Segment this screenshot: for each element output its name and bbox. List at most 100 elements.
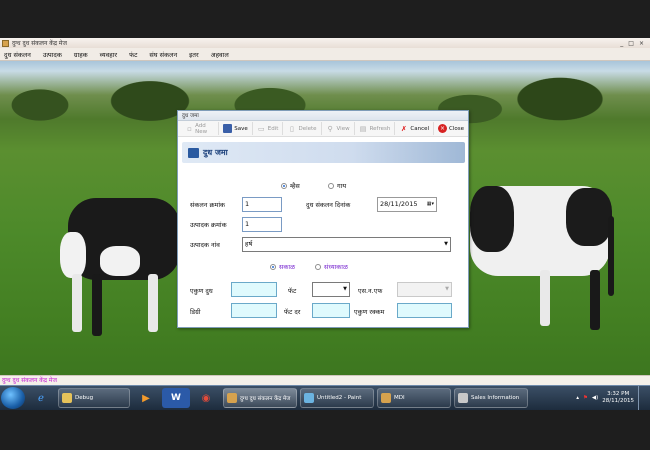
- refresh-button[interactable]: ▤ Refresh: [355, 122, 396, 135]
- edit-icon: ▭: [257, 124, 265, 133]
- refresh-icon: ▤: [359, 124, 367, 133]
- fat-combo[interactable]: ▼: [312, 282, 350, 297]
- menu-sangh-sankalan[interactable]: संघ संकलन: [149, 50, 177, 59]
- floppy-save-icon: [223, 124, 233, 133]
- utpadak-kramank-input[interactable]: 1: [242, 217, 282, 232]
- save-button[interactable]: Save: [219, 122, 253, 135]
- ekun-dudh-label: एकुण दुध: [190, 287, 213, 295]
- radio-sakal[interactable]: सकाळ: [270, 262, 295, 271]
- snf-label: एस.न.एफ: [358, 287, 383, 295]
- form-title: दुध जमा: [178, 111, 468, 121]
- utpadak-nav-combo[interactable]: हर्ष ▼: [242, 237, 451, 252]
- flag-icon[interactable]: ⚑: [583, 395, 588, 401]
- status-bar: दुग्ध दुध संकलन केंद्र मेज: [0, 375, 650, 385]
- radio-sandhyakal[interactable]: संध्याकाळ: [315, 262, 348, 271]
- paint-icon: [304, 393, 314, 403]
- degree-input[interactable]: [231, 303, 277, 318]
- app-icon: [381, 393, 391, 403]
- mdi-title-bar: दुग्ध दुध संकलन केंद्र मेज _ □ ×: [0, 38, 650, 48]
- building-icon: [188, 147, 199, 158]
- view-button[interactable]: ⚲ View: [322, 122, 355, 135]
- close-button[interactable]: ×: [639, 40, 644, 47]
- utpadak-kramank-label: उत्पादक क्रमांक: [190, 221, 227, 229]
- cancel-button[interactable]: ✗ Cancel: [395, 122, 435, 135]
- word-icon[interactable]: W: [162, 388, 190, 408]
- show-desktop-button[interactable]: [638, 386, 644, 410]
- fat-dar-label: फॅट दर: [284, 308, 301, 316]
- taskbar-item-sales-information[interactable]: Sales Information: [454, 388, 528, 408]
- taskbar-item-debug[interactable]: Debug: [58, 388, 130, 408]
- utpadak-nav-label: उत्पादक नांव: [190, 241, 220, 249]
- fat-label: फॅट: [288, 287, 297, 295]
- menu-utpadak[interactable]: उत्पादक: [43, 50, 62, 59]
- menu-grahak[interactable]: ग्राहक: [74, 50, 88, 59]
- close-circle-icon: ×: [438, 124, 448, 133]
- sankalan-dinank-value: 28/11/2015: [380, 200, 418, 208]
- magnifier-icon: ⚲: [327, 124, 333, 133]
- taskbar-item-paint[interactable]: Untitled2 - Paint: [300, 388, 374, 408]
- ekun-rakkam-label: एकुण रक्कम: [354, 308, 385, 316]
- status-text: दुग्ध दुध संकलन केंद्र मेज: [2, 377, 57, 384]
- system-tray: ▴ ⚑ ◀) 3:32 PM 28/11/2015: [576, 386, 650, 410]
- taskbar-item-dugdh[interactable]: दुग्ध दुध संकलन केंद्र मेज: [223, 388, 297, 408]
- radio-dot-checked: [281, 182, 287, 189]
- app-icon: [458, 393, 468, 403]
- clock[interactable]: 3:32 PM 28/11/2015: [602, 391, 634, 405]
- degree-label: डिग्री: [190, 308, 201, 316]
- maximize-button[interactable]: □: [628, 40, 634, 47]
- app-icon: [227, 393, 237, 403]
- chrome-icon[interactable]: ◉: [192, 388, 220, 408]
- bottom-letterbox: [0, 410, 650, 450]
- sankalan-dinank-datepicker[interactable]: 28/11/2015 ▦▾: [377, 197, 437, 212]
- dudh-jama-form: दुध जमा ▫ Add New Save ▭ Edit ▯ Delete ⚲…: [177, 110, 469, 328]
- chevron-down-icon: ▼: [343, 286, 347, 292]
- clock-date: 28/11/2015: [602, 398, 634, 404]
- menu-ahaval[interactable]: अहवाल: [211, 50, 229, 59]
- sankalan-kramank-input[interactable]: 1: [242, 197, 282, 212]
- menu-itar[interactable]: इतर: [189, 50, 199, 59]
- utpadak-nav-value: हर्ष: [245, 240, 253, 248]
- form-header: दुध जमा: [182, 142, 465, 163]
- start-button[interactable]: [1, 387, 25, 409]
- delete-icon: ▯: [290, 124, 294, 133]
- sankalan-kramank-label: संकलन क्रमांक: [190, 201, 226, 209]
- top-letterbox: [0, 0, 650, 38]
- close-form-button[interactable]: × Close: [434, 122, 468, 135]
- delete-button[interactable]: ▯ Delete: [283, 122, 322, 135]
- radio-dot: [328, 182, 334, 189]
- chevron-down-icon: ▼: [445, 286, 449, 292]
- cancel-x-icon: ✗: [400, 124, 407, 133]
- clock-time: 3:32 PM: [607, 391, 630, 397]
- fat-dar-input[interactable]: [312, 303, 350, 318]
- snf-combo[interactable]: ▼: [397, 282, 452, 297]
- cow-left-image: [60, 196, 180, 346]
- menu-fat[interactable]: फंट: [129, 50, 137, 59]
- taskbar-item-mdi[interactable]: MDI: [377, 388, 451, 408]
- form-toolbar: ▫ Add New Save ▭ Edit ▯ Delete ⚲ View ▤ …: [178, 121, 468, 137]
- calendar-dropdown-icon[interactable]: ▦▾: [427, 198, 434, 211]
- radio-mhais[interactable]: म्हैस: [281, 181, 300, 190]
- mdi-title: दुग्ध दुध संकलन केंद्र मेज: [12, 40, 67, 47]
- form-header-title: दुध जमा: [203, 148, 228, 157]
- edit-button[interactable]: ▭ Edit: [253, 122, 284, 135]
- radio-gay[interactable]: गाय: [328, 181, 346, 190]
- menu-vyavahar[interactable]: व्यवहार: [100, 50, 117, 59]
- ie-icon[interactable]: ℯ: [27, 388, 55, 408]
- app-icon: [2, 39, 9, 47]
- sankalan-dinank-label: दुध संकलन दिनांक: [306, 201, 351, 209]
- volume-icon[interactable]: ◀): [592, 395, 598, 401]
- ekun-rakkam-input[interactable]: [397, 303, 452, 318]
- radio-dot-checked: [270, 263, 276, 270]
- menu-dudh-sankalan[interactable]: दुध संकलन: [4, 50, 31, 59]
- menu-bar: दुध संकलन उत्पादक ग्राहक व्यवहार फंट संघ…: [0, 48, 650, 61]
- add-new-icon: ▫: [187, 124, 192, 133]
- chevron-down-icon: ▼: [444, 241, 448, 247]
- minimize-button[interactable]: _: [620, 40, 623, 47]
- tray-arrow-icon[interactable]: ▴: [576, 395, 579, 401]
- folder-icon: [62, 393, 72, 403]
- radio-dot: [315, 263, 321, 270]
- media-player-icon[interactable]: ▶: [132, 388, 160, 408]
- add-new-button[interactable]: ▫ Add New: [182, 122, 220, 135]
- ekun-dudh-input[interactable]: [231, 282, 277, 297]
- windows-taskbar: ℯ Debug ▶ W ◉ दुग्ध दुध संकलन केंद्र मेज…: [0, 385, 650, 410]
